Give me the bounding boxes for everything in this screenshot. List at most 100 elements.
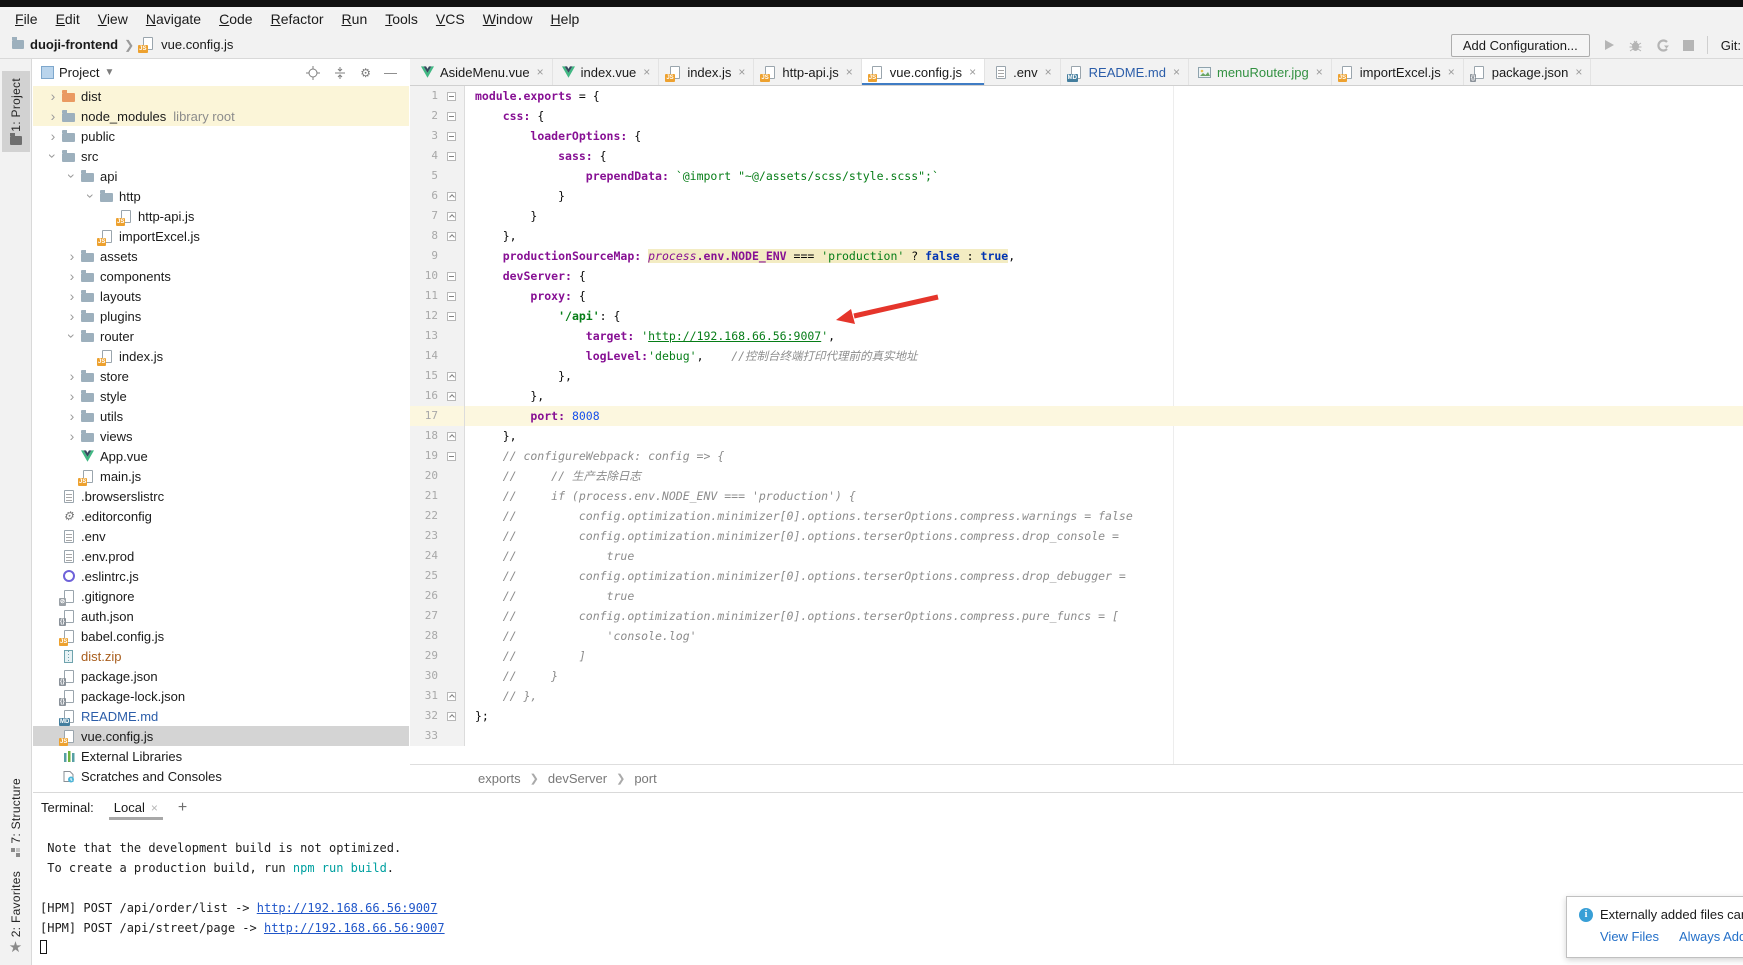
editor-tab-importexcel.js[interactable]: JSimportExcel.js× — [1332, 59, 1464, 85]
code-line-29[interactable]: 29 // ] — [410, 646, 1743, 666]
tree-item-scratches-and-consoles[interactable]: Scratches and Consoles — [33, 766, 409, 786]
chevron-down-icon[interactable]: › — [65, 328, 79, 344]
fold-marker-icon[interactable] — [447, 432, 456, 441]
menu-run[interactable]: Run — [333, 8, 377, 30]
fold-marker-icon[interactable] — [447, 152, 456, 161]
code-line-18[interactable]: 18 }, — [410, 426, 1743, 446]
code-line-17[interactable]: 17 port: 8008 — [410, 406, 1743, 426]
tree-item-plugins[interactable]: ›plugins — [33, 306, 409, 326]
code-line-32[interactable]: 32}; — [410, 706, 1743, 726]
close-icon[interactable]: × — [537, 65, 544, 79]
chevron-down-icon[interactable]: › — [65, 168, 79, 184]
code-editor[interactable]: 1module.exports = {2 css: {3 loaderOptio… — [410, 86, 1743, 765]
editor-tab-.env[interactable]: .env× — [985, 59, 1061, 85]
close-icon[interactable]: × — [1045, 65, 1052, 79]
menu-window[interactable]: Window — [474, 8, 542, 30]
tree-item-router[interactable]: ›router — [33, 326, 409, 346]
tree-item-store[interactable]: ›store — [33, 366, 409, 386]
code-line-9[interactable]: 9 productionSourceMap: process.env.NODE_… — [410, 246, 1743, 266]
code-line-8[interactable]: 8 }, — [410, 226, 1743, 246]
debug-icon[interactable] — [1629, 39, 1642, 52]
chevron-right-icon[interactable]: › — [64, 249, 80, 263]
code-line-4[interactable]: 4 sass: { — [410, 146, 1743, 166]
editor-tab-vue.config.js[interactable]: JSvue.config.js× — [862, 59, 985, 85]
tree-item-node-modules[interactable]: ›node_moduleslibrary root — [33, 106, 409, 126]
chevron-right-icon[interactable]: › — [64, 289, 80, 303]
tree-item-package-lock.json[interactable]: {}package-lock.json — [33, 686, 409, 706]
tree-item-assets[interactable]: ›assets — [33, 246, 409, 266]
tree-item-components[interactable]: ›components — [33, 266, 409, 286]
fold-marker-icon[interactable] — [447, 312, 456, 321]
chevron-right-icon[interactable]: › — [64, 389, 80, 403]
code-line-22[interactable]: 22 // config.optimization.minimizer[0].o… — [410, 506, 1743, 526]
tree-item-utils[interactable]: ›utils — [33, 406, 409, 426]
project-panel-title[interactable]: Project — [59, 65, 99, 80]
stripe-tab-structure[interactable]: 7: Structure — [0, 771, 31, 864]
code-line-11[interactable]: 11 proxy: { — [410, 286, 1743, 306]
breadcrumb-file[interactable]: vue.config.js — [161, 37, 233, 52]
breadcrumb-exports[interactable]: exports — [478, 771, 521, 786]
chevron-right-icon[interactable]: › — [64, 429, 80, 443]
code-line-19[interactable]: 19 // configureWebpack: config => { — [410, 446, 1743, 466]
code-line-33[interactable]: 33 — [410, 726, 1743, 746]
tree-item-http-api.js[interactable]: JShttp-api.js — [33, 206, 409, 226]
view-files-link[interactable]: View Files — [1600, 929, 1659, 944]
terminal-link[interactable]: http://192.168.66.56:9007 — [264, 921, 445, 935]
collapse-all-icon[interactable] — [333, 66, 347, 80]
menu-file[interactable]: File — [6, 8, 47, 30]
tree-item-package.json[interactable]: {}package.json — [33, 666, 409, 686]
tree-item-index.js[interactable]: JSindex.js — [33, 346, 409, 366]
chevron-right-icon[interactable]: › — [64, 269, 80, 283]
fold-marker-icon[interactable] — [447, 452, 456, 461]
tree-item-importexcel.js[interactable]: JSimportExcel.js — [33, 226, 409, 246]
fold-marker-icon[interactable] — [447, 132, 456, 141]
coverage-icon[interactable] — [1656, 39, 1669, 52]
tree-item-app.vue[interactable]: App.vue — [33, 446, 409, 466]
code-line-15[interactable]: 15 }, — [410, 366, 1743, 386]
close-icon[interactable]: × — [969, 65, 976, 79]
tree-item-http[interactable]: ›http — [33, 186, 409, 206]
editor-tab-readme.md[interactable]: MDREADME.md× — [1061, 59, 1189, 85]
code-line-13[interactable]: 13 target: 'http://192.168.66.56:9007', — [410, 326, 1743, 346]
code-line-5[interactable]: 5 prependData: `@import "~@/assets/scss/… — [410, 166, 1743, 186]
tree-item-.gitignore[interactable]: ⊘.gitignore — [33, 586, 409, 606]
code-line-16[interactable]: 16 }, — [410, 386, 1743, 406]
code-line-10[interactable]: 10 devServer: { — [410, 266, 1743, 286]
chevron-right-icon[interactable]: › — [45, 89, 61, 103]
code-line-14[interactable]: 14 logLevel:'debug', //控制台终端打印代理前的真实地址 — [410, 346, 1743, 366]
editor-tab-index.vue[interactable]: index.vue× — [553, 59, 660, 85]
tree-item-.editorconfig[interactable]: ⚙.editorconfig — [33, 506, 409, 526]
tree-item-main.js[interactable]: JSmain.js — [33, 466, 409, 486]
close-icon[interactable]: × — [643, 65, 650, 79]
chevron-down-icon[interactable]: ▼ — [104, 67, 114, 78]
terminal-output[interactable]: Note that the development build is not o… — [33, 822, 1743, 965]
hide-panel-icon[interactable]: — — [384, 65, 397, 80]
tree-item-views[interactable]: ›views — [33, 426, 409, 446]
code-line-23[interactable]: 23 // config.optimization.minimizer[0].o… — [410, 526, 1743, 546]
tree-item-vue.config.js[interactable]: JSvue.config.js — [33, 726, 409, 746]
tree-item-.env[interactable]: .env — [33, 526, 409, 546]
tree-item-dist[interactable]: ›dist — [33, 86, 409, 106]
close-icon[interactable]: × — [738, 65, 745, 79]
tree-item-readme.md[interactable]: MDREADME.md — [33, 706, 409, 726]
fold-marker-icon[interactable] — [447, 712, 456, 721]
editor-tab-http-api.js[interactable]: JShttp-api.js× — [754, 59, 861, 85]
close-icon[interactable]: × — [846, 65, 853, 79]
gear-icon[interactable]: ⚙ — [360, 67, 371, 79]
chevron-right-icon[interactable]: › — [45, 109, 61, 123]
menu-vcs[interactable]: VCS — [427, 8, 474, 30]
chevron-right-icon[interactable]: › — [64, 409, 80, 423]
fold-marker-icon[interactable] — [447, 372, 456, 381]
code-line-24[interactable]: 24 // true — [410, 546, 1743, 566]
tree-item-dist.zip[interactable]: dist.zip — [33, 646, 409, 666]
tree-item-external-libraries[interactable]: External Libraries — [33, 746, 409, 766]
stripe-tab-favorites[interactable]: 2: Favorites ★ — [0, 864, 31, 962]
breadcrumb-port[interactable]: port — [634, 771, 656, 786]
breadcrumb-devserver[interactable]: devServer — [548, 771, 607, 786]
add-configuration-button[interactable]: Add Configuration... — [1451, 34, 1590, 57]
stripe-tab-project[interactable]: 1: Project — [2, 71, 30, 152]
tree-item-src[interactable]: ›src — [33, 146, 409, 166]
fold-marker-icon[interactable] — [447, 692, 456, 701]
code-line-21[interactable]: 21 // if (process.env.NODE_ENV === 'prod… — [410, 486, 1743, 506]
chevron-right-icon[interactable]: › — [45, 129, 61, 143]
